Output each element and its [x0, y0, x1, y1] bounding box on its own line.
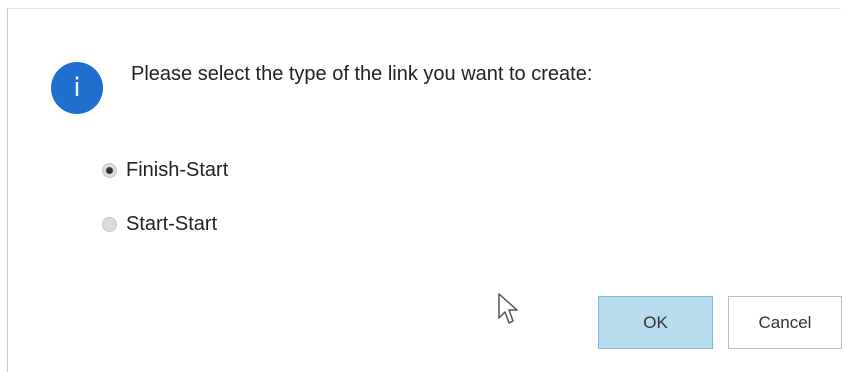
option-start-start[interactable]: Start-Start — [102, 211, 217, 237]
radio-dot — [106, 166, 113, 174]
option-label: Start-Start — [126, 212, 218, 235]
info-icon-glyph: i — [73, 73, 81, 103]
cancel-button[interactable]: Cancel — [728, 296, 842, 349]
option-finish-start[interactable]: Finish-Start — [102, 157, 228, 183]
mouse-pointer-icon — [498, 293, 518, 324]
option-label: Finish-Start — [126, 158, 229, 181]
dialog-message: Please select the type of the link you w… — [131, 63, 593, 85]
radio-button-selected[interactable] — [102, 162, 117, 178]
link-type-dialog: i Please select the type of the link you… — [7, 8, 842, 372]
ok-button[interactable]: OK — [598, 296, 713, 349]
radio-button[interactable] — [102, 216, 117, 232]
info-icon: i — [51, 62, 103, 114]
